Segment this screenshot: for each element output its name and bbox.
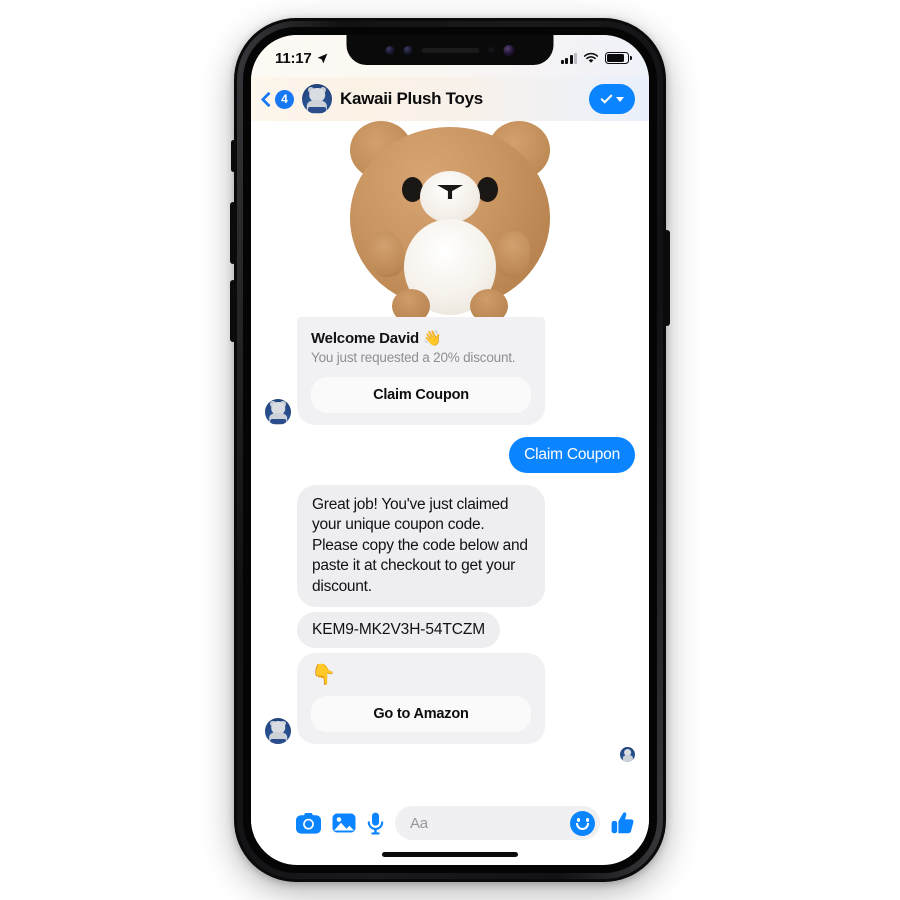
coupon-code-row: KEM9-MK2V3H-54TCZM [251,612,649,649]
power-button[interactable] [664,230,670,326]
plush-eye-right [477,177,498,202]
message-input-placeholder: Aa [410,814,428,832]
welcome-card-title: Welcome David 👋 [311,330,442,347]
volume-down-button[interactable] [230,280,236,342]
plush-foot-left [392,289,430,317]
welcome-card-row: Welcome David 👋 You just requested a 20%… [251,317,649,425]
plush-foot-right [470,289,508,317]
outgoing-message-bubble[interactable]: Claim Coupon [509,437,635,473]
volume-up-button[interactable] [230,202,236,264]
teddy-bear-plush-illustration [344,121,556,317]
welcome-card: Welcome David 👋 You just requested a 20%… [297,317,545,425]
incoming-message-bubble[interactable]: Great job! You've just claimed your uniq… [297,485,545,608]
phone-device-frame: 11:17 4 Kawaii Plush Toys Welcome David … [230,18,670,882]
message-text-field[interactable]: Aa [395,806,600,840]
amazon-card: 👇 Go to Amazon [297,653,545,745]
read-receipt-row [251,747,649,763]
microphone-icon[interactable] [367,812,384,835]
photo-gallery-icon[interactable] [332,812,356,834]
proximity-sensor-icon [385,45,395,55]
plush-hero-image[interactable] [251,121,649,317]
coupon-code-bubble[interactable]: KEM9-MK2V3H-54TCZM [297,612,501,649]
avatar-book [270,419,286,425]
receipt-body [622,755,633,763]
conversation-avatar[interactable] [302,84,332,114]
avatar[interactable] [265,399,291,425]
message-input-toolbar: Aa [251,803,649,843]
caret-down-icon [615,96,624,102]
location-arrow-icon [317,53,327,63]
screenshot-root: 11:17 4 Kawaii Plush Toys Welcome David … [0,0,900,900]
battery-icon [605,52,632,64]
back-button[interactable]: 4 [260,89,294,109]
welcome-card-subtitle: You just requested a 20% discount. [311,350,516,365]
thumbs-up-icon[interactable] [611,811,635,835]
home-indicator[interactable] [382,852,518,857]
amazon-card-row: 👇 Go to Amazon [251,653,649,745]
page-title: Kawaii Plush Toys [340,89,483,108]
status-bar-left: 11:17 [275,46,329,67]
status-time: 11:17 [275,49,312,67]
cellular-signal-icon [560,52,577,64]
checkmark-icon [599,91,613,104]
verified-menu-button[interactable] [589,84,635,114]
outgoing-message-row: Claim Coupon [251,437,649,473]
ambient-light-sensor-icon [403,45,413,55]
wifi-icon [583,52,599,63]
unread-count-badge: 4 [275,89,294,109]
avatar[interactable] [265,718,291,745]
pointing-down-emoji-icon: 👇 [311,664,336,687]
go-to-amazon-button[interactable]: Go to Amazon [311,696,531,733]
conversation-thread[interactable]: Welcome David 👋 You just requested a 20%… [251,121,649,803]
silent-switch-button[interactable] [231,140,236,172]
four-dot-grid-icon[interactable] [265,813,285,833]
earpiece-speaker [421,47,480,53]
claim-coupon-card-button[interactable]: Claim Coupon [311,377,531,413]
smiley-face-icon[interactable] [570,810,595,836]
incoming-message-row: Great job! You've just claimed your uniq… [251,485,649,608]
read-receipt-avatar [620,747,635,763]
phone-screen: 11:17 4 Kawaii Plush Toys Welcome David … [251,35,649,865]
status-bar-right [560,48,632,64]
front-camera-icon [503,44,515,56]
camera-icon[interactable] [296,812,321,834]
back-chevron-icon [260,91,277,107]
avatar-book [270,738,286,744]
infrared-dot-icon [488,47,495,53]
device-notch [346,35,554,65]
chat-header: 4 Kawaii Plush Toys [251,77,649,121]
avatar-book [308,107,326,114]
